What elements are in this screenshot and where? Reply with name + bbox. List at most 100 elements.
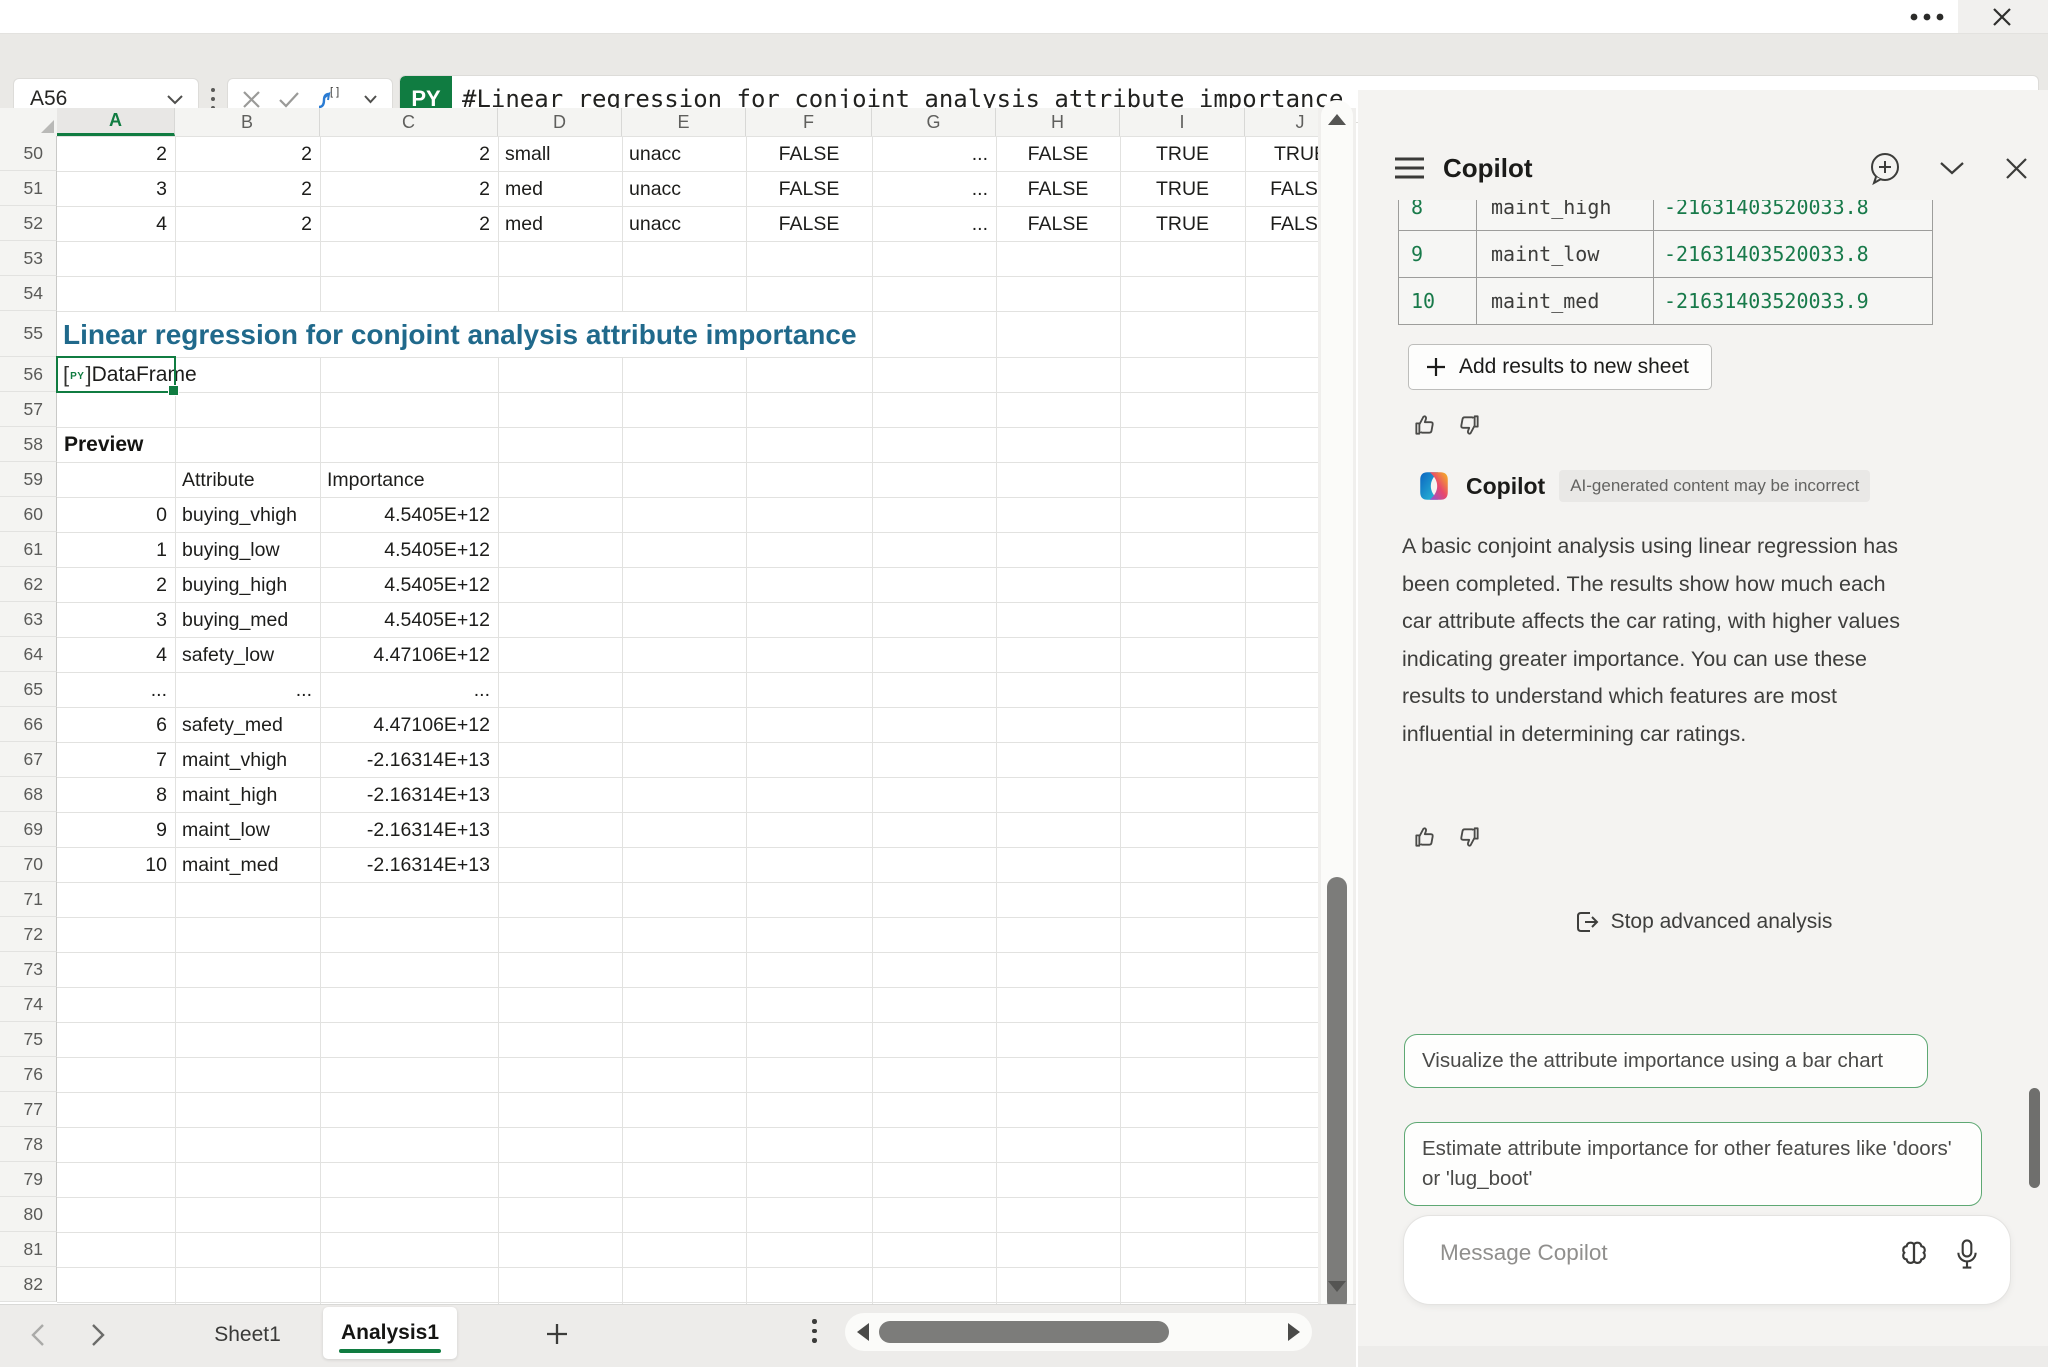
cell-H52[interactable]: FALSE: [996, 207, 1120, 241]
cell-A61[interactable]: 1: [57, 533, 175, 567]
cell-C63[interactable]: 4.5405E+12: [320, 603, 498, 637]
cell-B59[interactable]: Attribute: [175, 463, 320, 497]
suggestion-chip[interactable]: Estimate attribute importance for other …: [1404, 1122, 1982, 1206]
row-header-56[interactable]: 56: [0, 357, 57, 392]
confirm-entry-icon[interactable]: [278, 91, 300, 108]
cell-A64[interactable]: 4: [57, 638, 175, 672]
microphone-icon[interactable]: [1952, 1238, 1982, 1270]
vertical-scrollbar-thumb[interactable]: [1327, 877, 1347, 1311]
row-header-72[interactable]: 72: [0, 917, 57, 952]
add-sheet-icon[interactable]: [545, 1322, 569, 1346]
new-chat-icon[interactable]: [1867, 150, 1903, 186]
cell-I50[interactable]: TRUE: [1120, 137, 1245, 171]
row-header-67[interactable]: 67: [0, 742, 57, 777]
cell-B68[interactable]: maint_high: [175, 778, 320, 812]
cell-B70[interactable]: maint_med: [175, 848, 320, 882]
suggestion-chip[interactable]: Visualize the attribute importance using…: [1404, 1034, 1928, 1088]
cell-E51[interactable]: unacc: [622, 172, 746, 206]
cell-A68[interactable]: 8: [57, 778, 175, 812]
cell-D52[interactable]: med: [498, 207, 622, 241]
cell-B64[interactable]: safety_low: [175, 638, 320, 672]
row-header-62[interactable]: 62: [0, 567, 57, 602]
row-header-53[interactable]: 53: [0, 241, 57, 276]
cell-A55[interactable]: Linear regression for conjoint analysis …: [57, 312, 871, 357]
row-header-75[interactable]: 75: [0, 1022, 57, 1057]
row-header-79[interactable]: 79: [0, 1162, 57, 1197]
column-header-H[interactable]: H: [996, 108, 1120, 136]
column-header-D[interactable]: D: [498, 108, 622, 136]
cell-G50[interactable]: ...: [872, 137, 996, 171]
worksheet-grid[interactable]: A B C D E F G H I J 50 51 52 53 54 55 56 57 58 59 60 61 62 63 64…: [0, 108, 1356, 1304]
fill-handle[interactable]: [168, 385, 179, 396]
row-header-69[interactable]: 69: [0, 812, 57, 847]
window-more-options-button[interactable]: [1905, 0, 1949, 33]
cell-C51[interactable]: 2: [320, 172, 498, 206]
cell-D51[interactable]: med: [498, 172, 622, 206]
row-header-52[interactable]: 52: [0, 206, 57, 241]
cell-A69[interactable]: 9: [57, 813, 175, 847]
stop-advanced-analysis-button[interactable]: Stop advanced analysis: [1358, 908, 2048, 936]
column-header-C[interactable]: C: [320, 108, 498, 136]
sheet-options-icon[interactable]: [812, 1319, 817, 1343]
hamburger-menu-icon[interactable]: [1394, 156, 1425, 180]
row-header-63[interactable]: 63: [0, 602, 57, 637]
sheet-nav-back-icon[interactable]: [28, 1322, 48, 1348]
cell-G51[interactable]: ...: [872, 172, 996, 206]
cell-B50[interactable]: 2: [175, 137, 320, 171]
cell-A60[interactable]: 0: [57, 498, 175, 532]
row-header-77[interactable]: 77: [0, 1092, 57, 1127]
row-header-60[interactable]: 60: [0, 497, 57, 532]
row-header-71[interactable]: 71: [0, 882, 57, 917]
cell-B69[interactable]: maint_low: [175, 813, 320, 847]
scroll-left-arrow[interactable]: [857, 1323, 869, 1341]
cell-C60[interactable]: 4.5405E+12: [320, 498, 498, 532]
row-header-65[interactable]: 65: [0, 672, 57, 707]
row-header-70[interactable]: 70: [0, 847, 57, 882]
row-header-55[interactable]: 55: [0, 311, 57, 357]
sheet-nav-forward-icon[interactable]: [88, 1322, 108, 1348]
column-header-F[interactable]: F: [746, 108, 872, 136]
cell-C52[interactable]: 2: [320, 207, 498, 241]
cell-B52[interactable]: 2: [175, 207, 320, 241]
cell-C59[interactable]: Importance: [320, 463, 498, 497]
cell-B51[interactable]: 2: [175, 172, 320, 206]
cell-C61[interactable]: 4.5405E+12: [320, 533, 498, 567]
cancel-entry-icon[interactable]: [242, 90, 261, 109]
row-header-58[interactable]: 58: [0, 427, 57, 462]
cell-A63[interactable]: 3: [57, 603, 175, 637]
thumbs-up-icon[interactable]: [1412, 824, 1438, 850]
cell-A66[interactable]: 6: [57, 708, 175, 742]
column-header-I[interactable]: I: [1120, 108, 1245, 136]
scroll-up-arrow[interactable]: [1328, 114, 1346, 125]
sheet-tab-Sheet1[interactable]: Sheet1: [180, 1309, 315, 1361]
cell-G52[interactable]: ...: [872, 207, 996, 241]
cell-C65[interactable]: ...: [320, 673, 498, 707]
cell-A62[interactable]: 2: [57, 568, 175, 602]
row-header-78[interactable]: 78: [0, 1127, 57, 1162]
cell-A50[interactable]: 2: [57, 137, 175, 171]
column-header-B[interactable]: B: [175, 108, 320, 136]
collapse-panel-chevron-icon[interactable]: [1939, 161, 1965, 176]
column-header-A[interactable]: A: [57, 108, 175, 136]
cell-D50[interactable]: small: [498, 137, 622, 171]
panel-scrollbar-thumb[interactable]: [2029, 1088, 2040, 1188]
cell-B66[interactable]: safety_med: [175, 708, 320, 742]
cell-B67[interactable]: maint_vhigh: [175, 743, 320, 777]
cell-A65[interactable]: ...: [57, 673, 175, 707]
column-header-G[interactable]: G: [872, 108, 996, 136]
cell-A58[interactable]: Preview: [57, 428, 182, 462]
cell-A67[interactable]: 7: [57, 743, 175, 777]
scroll-down-arrow[interactable]: [1328, 1281, 1346, 1292]
cell-F50[interactable]: FALSE: [746, 137, 872, 171]
cell-H51[interactable]: FALSE: [996, 172, 1120, 206]
cell-F51[interactable]: FALSE: [746, 172, 872, 206]
row-header-76[interactable]: 76: [0, 1057, 57, 1092]
row-header-61[interactable]: 61: [0, 532, 57, 567]
cell-C70[interactable]: -2.16314E+13: [320, 848, 498, 882]
row-header-54[interactable]: 54: [0, 276, 57, 311]
row-header-50[interactable]: 50: [0, 136, 57, 171]
cell-A70[interactable]: 10: [57, 848, 175, 882]
cell-C68[interactable]: -2.16314E+13: [320, 778, 498, 812]
select-all-corner[interactable]: [0, 108, 58, 136]
cell-C62[interactable]: 4.5405E+12: [320, 568, 498, 602]
